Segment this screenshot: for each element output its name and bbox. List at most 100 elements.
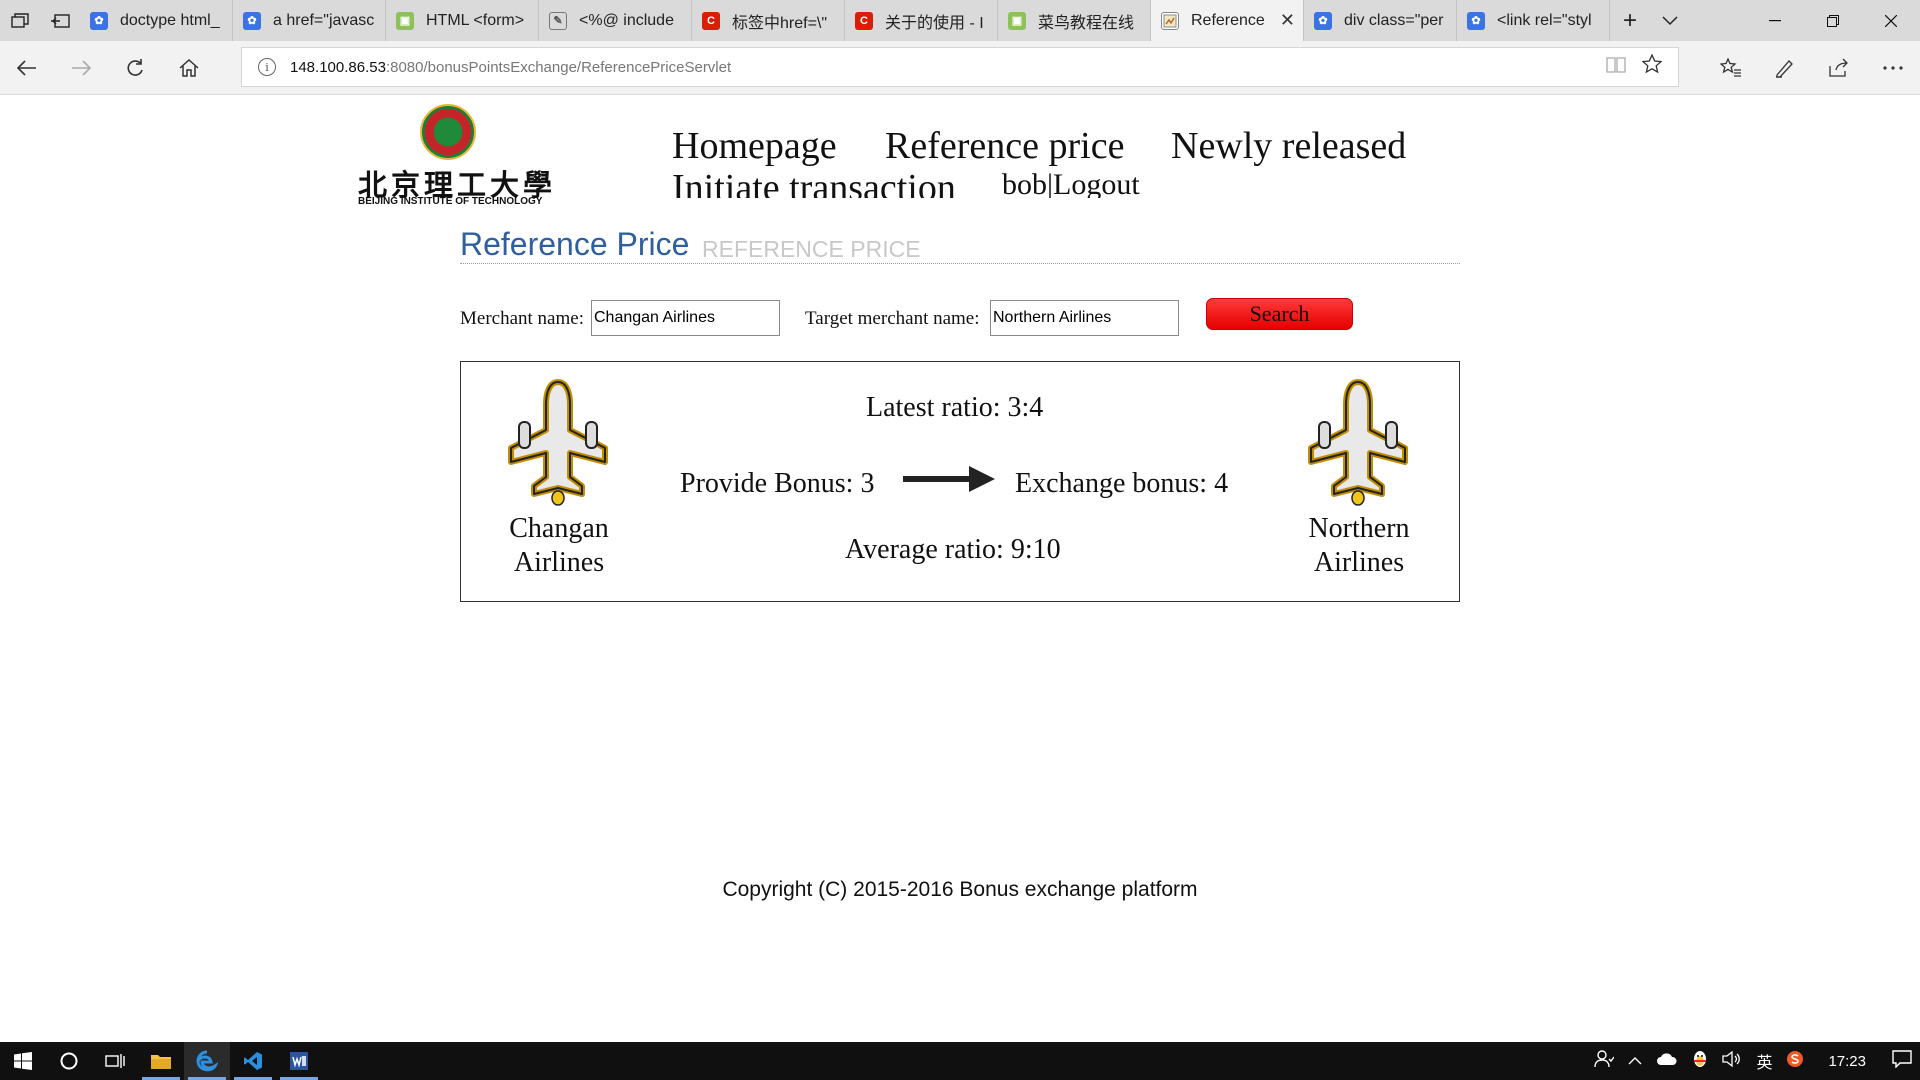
university-emblem-icon: [420, 104, 476, 160]
vscode-icon[interactable]: [230, 1042, 276, 1080]
browser-tab[interactable]: C 标签中href=\": [692, 0, 845, 41]
username-link[interactable]: bob: [1002, 168, 1047, 198]
baidu-paw-icon: ✿: [243, 11, 261, 30]
edge-browser-icon[interactable]: [184, 1042, 230, 1080]
windows-start-icon[interactable]: [0, 1042, 46, 1080]
search-form: Merchant name: Target merchant name: Sea…: [460, 298, 1460, 338]
airplane-icon: [508, 379, 608, 506]
web-note-pen-icon[interactable]: [1758, 41, 1812, 95]
tab-title: a href="javasc: [273, 11, 375, 29]
minimize-icon[interactable]: [1746, 0, 1804, 41]
chevron-down-icon[interactable]: [1650, 0, 1690, 41]
browser-tab[interactable]: ▣ 菜鸟教程在线: [998, 0, 1151, 41]
nav-newly-released[interactable]: Newly released: [1171, 124, 1406, 168]
back-arrow-icon[interactable]: [0, 41, 54, 95]
browser-tab[interactable]: ✿ <link rel="styl: [1457, 0, 1610, 41]
window-controls: [1746, 0, 1920, 41]
provide-bonus: Provide Bonus: 3: [680, 468, 875, 499]
refresh-icon[interactable]: [108, 41, 162, 95]
university-logo[interactable]: 北京理工大學 BEIJING INSTITUTE OF TECHNOLOGY: [358, 104, 552, 207]
tab-manager-icon[interactable]: [0, 0, 40, 41]
csdn-icon: C: [855, 11, 873, 30]
windows-taskbar: 英 17:23: [0, 1042, 1920, 1080]
set-tabs-aside-icon[interactable]: [40, 0, 80, 41]
browser-tab[interactable]: ✎ <%@ include: [539, 0, 692, 41]
favorite-star-icon[interactable]: [1641, 53, 1663, 80]
search-button[interactable]: Search: [1206, 298, 1353, 330]
address-bar[interactable]: i 148.100.86.53:8080/bonusPointsExchange…: [241, 47, 1679, 87]
browser-tab-active[interactable]: Reference ✕: [1151, 0, 1304, 41]
input-method-indicator[interactable]: 英: [1756, 1049, 1772, 1073]
new-tab-icon[interactable]: +: [1610, 0, 1650, 41]
tab-title: HTML <form>: [426, 11, 525, 29]
page-icon: [1161, 11, 1179, 30]
browser-tab[interactable]: ▣ HTML <form>: [386, 0, 539, 41]
target-merchant-line-1: Northern: [1308, 513, 1410, 544]
share-icon[interactable]: [1812, 41, 1866, 95]
restore-icon[interactable]: [1804, 0, 1862, 41]
reading-view-icon[interactable]: [1606, 54, 1626, 80]
home-icon[interactable]: [162, 41, 216, 95]
logout-link[interactable]: Logout: [1053, 168, 1140, 198]
tab-title: 标签中href=\": [732, 14, 828, 32]
target-merchant-label: Target merchant name:: [805, 308, 980, 329]
target-merchant-input[interactable]: [990, 300, 1179, 336]
volume-icon[interactable]: [1722, 1050, 1742, 1072]
url-path: :8080/bonusPointsExchange/ReferencePrice…: [385, 58, 732, 76]
tab-title: 关于的使用 - I: [885, 14, 984, 32]
browser-tab[interactable]: C 关于的使用 - I: [845, 0, 998, 41]
browser-tab[interactable]: ✿ div class="per: [1304, 0, 1457, 41]
nav-homepage[interactable]: Homepage: [672, 124, 837, 168]
browser-tab-strip: ✿ doctype html_ ✿ a href="javasc ▣ HTML …: [0, 0, 1920, 41]
url-host: 148.100.86.53: [290, 58, 386, 76]
forward-arrow-icon[interactable]: [54, 41, 108, 95]
page-content: 北京理工大學 BEIJING INSTITUTE OF TECHNOLOGY H…: [0, 96, 1920, 1042]
more-options-icon[interactable]: [1866, 41, 1920, 95]
qq-penguin-icon[interactable]: [1692, 1050, 1708, 1073]
tab-title: Reference: [1191, 11, 1265, 29]
browser-tab[interactable]: ✿ doctype html_: [80, 0, 233, 41]
task-view-icon[interactable]: [92, 1042, 138, 1080]
sogou-ime-icon[interactable]: [1786, 1050, 1804, 1073]
system-tray: 英 17:23: [1594, 1049, 1920, 1073]
close-window-icon[interactable]: [1862, 0, 1920, 41]
target-merchant-name: Northern Airlines: [1279, 512, 1439, 580]
baidu-paw-icon: ✿: [90, 11, 108, 30]
file-explorer-icon[interactable]: [138, 1042, 184, 1080]
section-header: Reference Price REFERENCE PRICE: [460, 226, 1460, 264]
logo-english-name: BEIJING INSTITUTE OF TECHNOLOGY: [358, 196, 543, 207]
browser-toolbar: i 148.100.86.53:8080/bonusPointsExchange…: [0, 41, 1920, 95]
word-icon[interactable]: [276, 1042, 322, 1080]
cortana-search-icon[interactable]: [46, 1042, 92, 1080]
document-icon: ✎: [549, 11, 567, 30]
runoob-icon: ▣: [1008, 11, 1026, 30]
onedrive-cloud-icon[interactable]: [1656, 1052, 1678, 1071]
close-tab-icon[interactable]: ✕: [1280, 10, 1295, 31]
url-text: 148.100.86.53:8080/bonusPointsExchange/R…: [290, 59, 731, 76]
tab-title: <link rel="styl: [1497, 11, 1592, 29]
exchange-result-panel: Changan Airlines Latest ratio: 3:4 Provi…: [460, 361, 1460, 602]
tab-title: <%@ include: [579, 11, 674, 29]
page-subtitle: REFERENCE PRICE: [702, 236, 921, 262]
latest-ratio: Latest ratio: 3:4: [866, 392, 1044, 423]
merchant-name-input[interactable]: [591, 300, 780, 336]
source-merchant-line-1: Changan: [509, 513, 609, 544]
exchange-bonus: Exchange bonus: 4: [1015, 468, 1229, 499]
nav-reference-price[interactable]: Reference price: [885, 124, 1124, 168]
toolbar-right: [1704, 41, 1920, 95]
source-merchant-name: Changan Airlines: [479, 512, 639, 580]
baidu-paw-icon: ✿: [1467, 11, 1485, 30]
favorites-hub-icon[interactable]: [1704, 41, 1758, 95]
merchant-name-label: Merchant name:: [460, 308, 584, 329]
taskbar-clock[interactable]: 17:23: [1828, 1053, 1866, 1070]
chevron-up-icon[interactable]: [1628, 1052, 1642, 1070]
tab-title: 菜鸟教程在线: [1038, 14, 1135, 32]
browser-tab[interactable]: ✿ a href="javasc: [233, 0, 386, 41]
site-info-icon[interactable]: i: [258, 58, 276, 76]
action-center-icon[interactable]: [1892, 1049, 1912, 1073]
footer-copyright: Copyright (C) 2015-2016 Bonus exchange p…: [722, 878, 1198, 901]
nav-initiate-transaction[interactable]: Initiate transaction: [672, 166, 956, 198]
average-ratio: Average ratio: 9:10: [845, 534, 1061, 565]
arrow-right-icon: [903, 466, 995, 492]
people-icon[interactable]: [1594, 1049, 1615, 1073]
